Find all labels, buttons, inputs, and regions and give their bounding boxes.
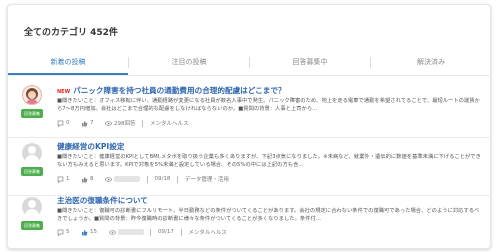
avatar-body	[26, 99, 38, 104]
eye-icon	[108, 229, 116, 236]
post-title[interactable]: NEW パニック障害を持つ社員の通勤費用の合理的配慮はどこまで？	[57, 85, 286, 96]
post-filter-tabs: 新着の投稿 注目の投稿 回答募集中 解決済み	[8, 51, 490, 76]
meta-divider	[150, 228, 152, 236]
comment-count: 5	[66, 229, 70, 235]
meta-divider	[177, 175, 179, 183]
comment-count: 0	[66, 120, 70, 126]
avatar-shoulders	[25, 155, 39, 163]
avatar	[22, 85, 42, 105]
post-date: 09/18	[154, 176, 171, 182]
speech-bubble-icon	[57, 176, 64, 183]
post-excerpt: ■聞きたいこと：健康経営のKPIとしてBMI,メタボを取り扱う企業も多くあります…	[57, 154, 481, 168]
post-meta: 5 15 09/17 メンタルヘルス	[57, 228, 227, 236]
eye-icon	[105, 120, 112, 127]
post-excerpt: ■聞きたいこと：復職可の診断書にフルリモート、半日勤務などの条件がついてくること…	[57, 208, 480, 222]
view-count: 298回答	[114, 121, 136, 127]
like-count: 7	[90, 120, 94, 126]
avatar-head	[28, 200, 36, 208]
like-count: 8	[90, 176, 94, 182]
comment-count: 1	[66, 176, 70, 182]
speech-bubble-icon	[57, 120, 64, 127]
thumbs-up-icon[interactable]	[81, 229, 88, 236]
meta-divider	[180, 228, 182, 236]
post-meta: 1 8 09/18 データ管理・活用	[57, 175, 229, 183]
list-item[interactable]: 回答募集 主治医の復職条件について ■聞きたいこと：復職可の診断書にフルリモート…	[8, 191, 490, 248]
view-count-obscured	[117, 229, 144, 235]
tab-featured-posts[interactable]: 注目の投稿	[129, 51, 249, 75]
post-meta: 0 7 298回答 メンタルヘルス	[57, 119, 189, 127]
post-title[interactable]: 健康経営のKPI設定	[57, 141, 124, 152]
meta-divider	[142, 119, 144, 127]
tab-resolved[interactable]: 解決済み	[371, 51, 490, 75]
avatar-head	[28, 146, 36, 154]
speech-bubble-icon	[57, 229, 64, 236]
status-badge: 回答募集	[21, 221, 43, 230]
thumbs-up-icon[interactable]	[81, 176, 88, 183]
post-category[interactable]: データ管理・活用	[185, 175, 229, 183]
post-list-card: 全てのカテゴリ 452件 新着の投稿 注目の投稿 回答募集中 解決済み 回答募集…	[7, 4, 491, 249]
tab-new-posts[interactable]: 新着の投稿	[8, 51, 128, 75]
list-item[interactable]: 回答募集 健康経営のKPI設定 ■聞きたいこと：健康経営のKPIとしてBMI,メ…	[8, 137, 490, 196]
post-title-text[interactable]: パニック障害を持つ社員の通勤費用の合理的配慮はどこまで？	[73, 86, 285, 95]
avatar-shoulders	[25, 209, 39, 217]
category-count-heading: 全てのカテゴリ 452件	[24, 28, 118, 38]
status-badge: 回答募集	[21, 109, 43, 118]
status-badge: 回答募集	[21, 167, 43, 176]
like-count: 15	[90, 229, 97, 235]
avatar	[22, 197, 42, 217]
new-label: NEW	[57, 89, 71, 95]
post-excerpt: ■聞きたいこと：オフィス移転に伴い、通勤経路が変更になる社員が数名入事中で発生。…	[57, 98, 480, 112]
list-item[interactable]: 回答募集 NEW パニック障害を持つ社員の通勤費用の合理的配慮はどこまで？ ■聞き…	[8, 79, 490, 138]
post-title[interactable]: 主治医の復職条件について	[57, 195, 148, 206]
eye-icon	[105, 176, 112, 183]
avatar	[22, 143, 42, 163]
avatar-face	[28, 91, 36, 99]
meta-divider	[146, 175, 148, 183]
post-category[interactable]: メンタルヘルス	[150, 119, 189, 127]
post-date: 09/17	[158, 229, 174, 235]
tab-awaiting-answers[interactable]: 回答募集中	[250, 51, 370, 75]
view-count-obscured	[114, 176, 140, 182]
thumbs-up-icon[interactable]	[81, 120, 88, 127]
post-category[interactable]: メンタルヘルス	[188, 228, 227, 236]
